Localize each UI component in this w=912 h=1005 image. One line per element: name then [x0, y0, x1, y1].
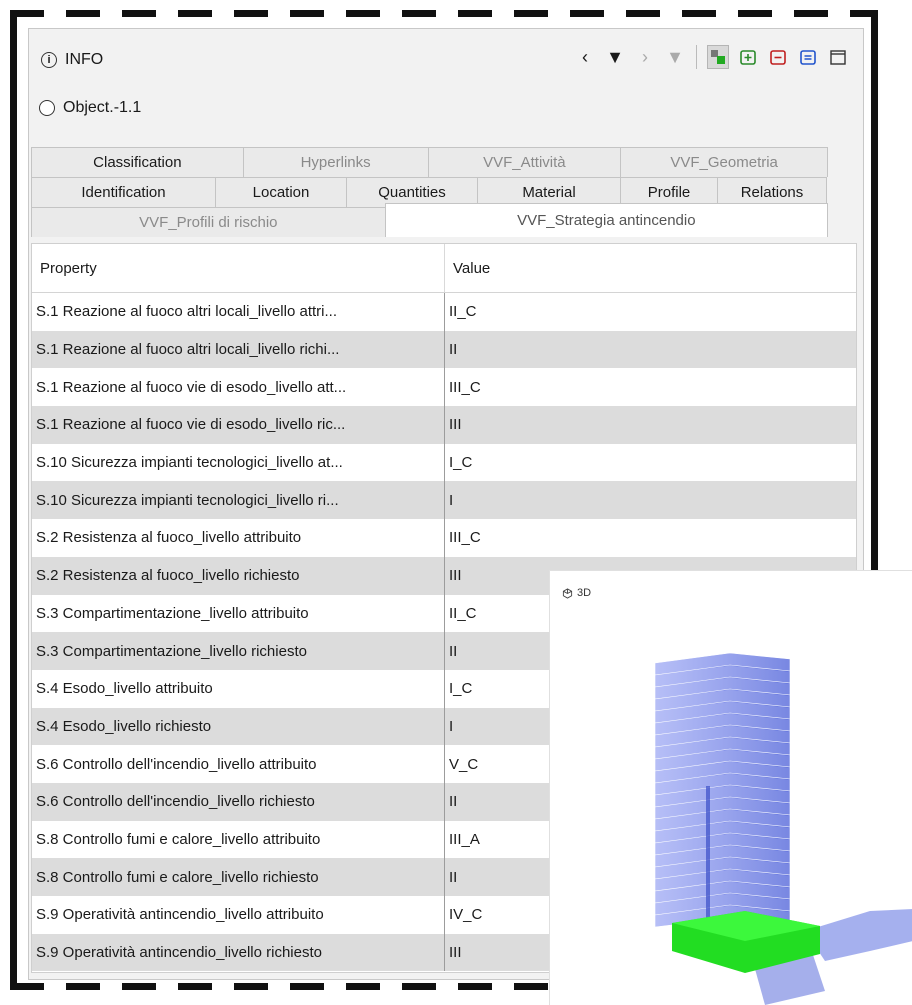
property-cell: S.6 Controllo dell'incendio_livello attr…	[32, 745, 445, 783]
property-cell: S.3 Compartimentazione_livello richiesto	[32, 632, 445, 670]
value-cell: II_C	[449, 303, 477, 321]
property-cell: S.6 Controllo dell'incendio_livello rich…	[32, 782, 445, 821]
tab-hyperlinks[interactable]: Hyperlinks	[242, 147, 429, 177]
window-icon[interactable]	[827, 45, 849, 69]
value-cell: III	[449, 567, 462, 585]
caret-down-icon[interactable]: ▼	[664, 45, 686, 69]
tab-vvf-profili-di-rischio[interactable]: VVF_Profili di rischio	[31, 207, 386, 237]
value-cell: V_C	[449, 755, 479, 773]
value-cell: I_C	[449, 680, 473, 698]
caret-down-icon[interactable]: ▼	[604, 45, 626, 69]
table-row[interactable]: S.10 Sicurezza impianti tecnologici_live…	[32, 481, 856, 520]
value-cell: I	[449, 491, 454, 509]
3d-viewer[interactable]: 3D	[549, 570, 912, 1005]
toolbar: ‹ ▼ › ▼	[574, 45, 849, 69]
table-row[interactable]: S.10 Sicurezza impianti tecnologici_live…	[32, 443, 856, 482]
info-icon: i	[41, 52, 57, 68]
tab-bar: Classification Hyperlinks VVF_Attività V…	[31, 147, 828, 237]
building-core	[706, 786, 710, 926]
building-floors	[654, 652, 791, 928]
table-row[interactable]: S.1 Reazione al fuoco altri locali_livel…	[32, 330, 856, 369]
value-cell: III	[449, 944, 462, 962]
radio-button[interactable]	[39, 100, 55, 116]
value-cell: II	[449, 642, 458, 660]
table-row[interactable]: S.2 Resistenza al fuoco_livello attribui…	[32, 519, 856, 557]
remove-set-icon[interactable]	[767, 45, 789, 69]
property-cell: S.1 Reazione al fuoco vie di esodo_livel…	[32, 368, 445, 407]
property-cell: S.1 Reazione al fuoco altri locali_livel…	[32, 330, 445, 369]
building-model[interactable]	[550, 571, 912, 1005]
property-cell: S.8 Controllo fumi e calore_livello attr…	[32, 820, 445, 859]
object-selector[interactable]: Object.-1.1	[39, 99, 141, 117]
value-cell: IV_C	[449, 906, 483, 924]
panel-header: i INFO	[41, 51, 103, 69]
tab-vvf-attivita[interactable]: VVF_Attività	[427, 147, 622, 177]
add-set-icon[interactable]	[737, 45, 759, 69]
value-cell: III_C	[449, 529, 481, 547]
tab-identification[interactable]: Identification	[31, 177, 216, 207]
tab-row-3: VVF_Profili di rischio VVF_Strategia ant…	[31, 203, 828, 237]
column-header-value[interactable]: Value	[445, 244, 490, 292]
table-row[interactable]: S.1 Reazione al fuoco vie di esodo_livel…	[32, 368, 856, 407]
property-cell: S.1 Reazione al fuoco vie di esodo_livel…	[32, 406, 445, 444]
value-cell: II	[449, 793, 458, 811]
property-cell: S.2 Resistenza al fuoco_livello richiest…	[32, 556, 445, 595]
property-cell: S.3 Compartimentazione_livello attribuit…	[32, 594, 445, 633]
tab-row-1: Classification Hyperlinks VVF_Attività V…	[31, 147, 828, 177]
value-cell: III_C	[449, 378, 481, 396]
set-list-icon[interactable]	[797, 45, 819, 69]
table-row[interactable]: S.1 Reazione al fuoco vie di esodo_livel…	[32, 406, 856, 444]
value-cell: I_C	[449, 454, 473, 472]
building-wing	[805, 909, 912, 961]
tab-vvf-geometria[interactable]: VVF_Geometria	[620, 147, 828, 177]
tab-location[interactable]: Location	[215, 177, 347, 207]
property-cell: S.9 Operatività antincendio_livello rich…	[32, 933, 445, 972]
panel-title: INFO	[65, 51, 104, 68]
tab-classification[interactable]: Classification	[31, 147, 244, 177]
tab-vvf-strategia-antincendio[interactable]: VVF_Strategia antincendio	[384, 203, 828, 237]
property-cell: S.2 Resistenza al fuoco_livello attribui…	[32, 519, 445, 557]
toolbar-separator	[696, 45, 697, 69]
value-cell: II_C	[449, 604, 477, 622]
column-header-property[interactable]: Property	[32, 244, 445, 292]
property-cell: S.1 Reazione al fuoco altri locali_livel…	[32, 293, 445, 331]
value-cell: II	[449, 868, 458, 886]
value-cell: II	[449, 341, 458, 359]
property-cell: S.10 Sicurezza impianti tecnologici_live…	[32, 481, 445, 520]
chevron-left-icon[interactable]: ‹	[574, 45, 596, 69]
chevron-right-icon[interactable]: ›	[634, 45, 656, 69]
property-cell: S.10 Sicurezza impianti tecnologici_live…	[32, 443, 445, 482]
value-cell: III_A	[449, 830, 480, 848]
property-cell: S.9 Operatività antincendio_livello attr…	[32, 896, 445, 934]
value-cell: I	[449, 717, 454, 735]
object-name: Object.-1.1	[63, 99, 142, 116]
property-cell: S.8 Controllo fumi e calore_livello rich…	[32, 858, 445, 896]
table-row[interactable]: S.1 Reazione al fuoco altri locali_livel…	[32, 293, 856, 331]
table-header: Property Value	[32, 244, 856, 293]
property-cell: S.4 Esodo_livello attribuito	[32, 669, 445, 708]
value-cell: III	[449, 416, 462, 434]
objects-toggle-icon[interactable]	[707, 45, 729, 69]
property-cell: S.4 Esodo_livello richiesto	[32, 707, 445, 746]
